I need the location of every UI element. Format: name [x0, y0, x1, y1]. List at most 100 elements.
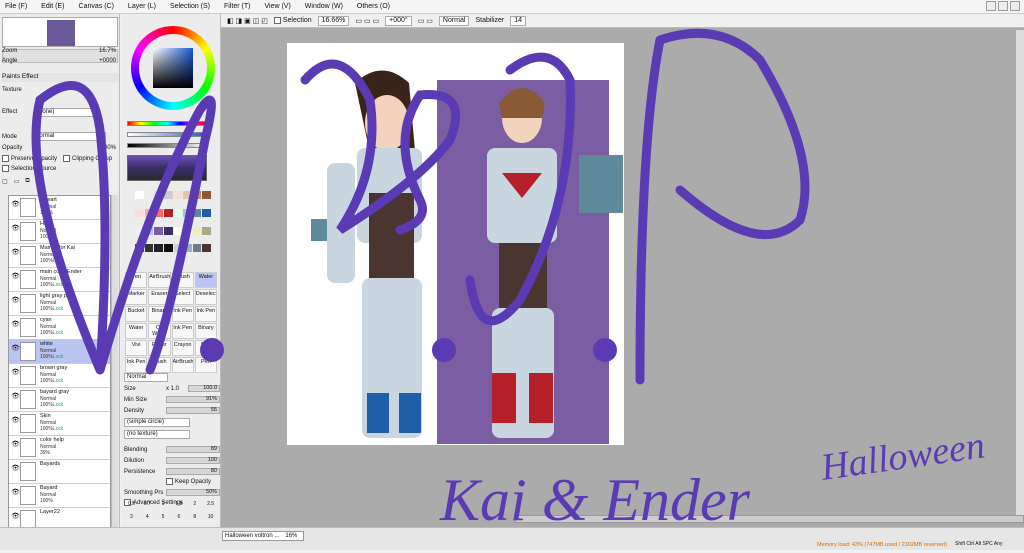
selection-source-checkbox[interactable]	[2, 165, 9, 172]
eye-icon[interactable]: 👁	[11, 248, 20, 256]
brush-size-option[interactable]: 0.5	[124, 502, 139, 514]
color-swatch[interactable]	[173, 191, 183, 199]
tool-button[interactable]: Ink Pen	[171, 306, 194, 322]
menu-filter[interactable]: Filter (T)	[217, 3, 257, 10]
color-swatch[interactable]	[183, 244, 192, 253]
color-swatch[interactable]	[183, 191, 192, 199]
brush-size-option[interactable]: 0.7	[140, 502, 155, 514]
menu-others[interactable]: Others (O)	[350, 3, 397, 10]
tool-button[interactable]: Pen	[194, 357, 217, 373]
menu-selection[interactable]: Selection (S)	[163, 3, 217, 10]
menu-view[interactable]: View (V)	[257, 3, 297, 10]
angle-box[interactable]: +000°	[385, 15, 412, 26]
tool-button[interactable]: Brush	[148, 357, 171, 373]
navigator-preview[interactable]	[2, 17, 118, 47]
color-swatch[interactable]	[173, 208, 183, 217]
eye-icon[interactable]: 👁	[11, 344, 20, 352]
brush-size-option[interactable]: 1	[156, 502, 171, 514]
tool-button[interactable]: Brush	[171, 272, 194, 288]
document-canvas[interactable]	[287, 43, 624, 445]
color-mixer[interactable]	[127, 155, 207, 181]
tool-button[interactable]: Deselect	[194, 289, 217, 305]
color-swatch[interactable]	[135, 191, 144, 199]
eye-icon[interactable]: 👁	[11, 272, 20, 280]
hue-slider[interactable]	[127, 121, 207, 126]
tool-button[interactable]: Marker	[125, 289, 148, 305]
tool-button[interactable]: Ink Pen	[194, 306, 217, 322]
color-swatches[interactable]	[135, 191, 211, 261]
document-tab[interactable]: Halloween voltron ... 16%	[222, 531, 304, 541]
blending-row[interactable]: Blending 89	[124, 445, 220, 454]
eye-icon[interactable]: 👁	[11, 440, 20, 448]
layer-row[interactable]: 👁 light gray pack Normal 100% Lock	[9, 292, 110, 316]
brush-texture-dropdown[interactable]: (no texture)	[124, 430, 190, 439]
min-size-row[interactable]: Min Size 91%	[124, 395, 220, 404]
value-slider[interactable]	[127, 143, 207, 148]
color-swatch[interactable]	[173, 226, 183, 235]
layer-row[interactable]: 👁 white Normal 100% Lock	[9, 340, 110, 364]
persistence-row[interactable]: Persistence 80	[124, 467, 220, 476]
color-swatch[interactable]	[202, 208, 211, 217]
layer-scrollbar[interactable]	[111, 195, 118, 535]
brush-size-option[interactable]: 8	[187, 515, 202, 527]
color-swatch[interactable]	[144, 208, 154, 217]
color-swatch[interactable]	[135, 244, 144, 253]
layer-row[interactable]: 👁 Skin Normal 100% Lock	[9, 412, 110, 436]
eye-icon[interactable]: 👁	[11, 392, 20, 400]
delete-layer-icon[interactable]: 🗑	[36, 178, 44, 185]
color-swatch[interactable]	[135, 208, 144, 217]
color-swatch[interactable]	[192, 208, 202, 217]
color-swatch[interactable]	[163, 226, 173, 235]
eye-icon[interactable]: 👁	[11, 296, 20, 304]
color-swatch[interactable]	[192, 191, 202, 199]
eye-icon[interactable]: 👁	[11, 488, 20, 496]
layer-row[interactable]: 👁 Bayard Normal 100%	[9, 484, 110, 508]
tool-button[interactable]: Eraser	[148, 289, 171, 305]
color-swatch[interactable]	[202, 226, 211, 235]
blend-mode-box[interactable]: Normal	[438, 15, 470, 26]
color-swatch[interactable]	[154, 208, 163, 217]
tool-button[interactable]: Pen	[125, 272, 148, 288]
effect-dropdown[interactable]: (none)	[34, 108, 94, 117]
smoothing-row[interactable]: Smoothing Prs 50%	[124, 488, 220, 497]
tool-button[interactable]: Ink Pen	[171, 323, 194, 339]
menu-layer[interactable]: Layer (L)	[121, 3, 163, 10]
eye-icon[interactable]: 👁	[11, 416, 20, 424]
color-swatch[interactable]	[154, 244, 163, 253]
tool-button[interactable]: AirBrush	[148, 272, 171, 288]
color-swatch[interactable]	[154, 226, 163, 235]
eye-icon[interactable]: 👁	[11, 200, 20, 208]
texture-row[interactable]: Texture	[2, 85, 118, 94]
color-swatch[interactable]	[135, 226, 144, 235]
brush-mode-dropdown[interactable]: Normal	[124, 373, 168, 382]
eye-icon[interactable]: 👁	[11, 368, 20, 376]
clipping-group-checkbox[interactable]	[63, 155, 71, 162]
tool-button[interactable]: Binary	[194, 323, 217, 339]
horizontal-scrollbar[interactable]	[515, 515, 1024, 523]
brush-size-option[interactable]: 10	[203, 515, 218, 527]
layer-row[interactable]: 👁 Bayards	[9, 460, 110, 484]
dilution-row[interactable]: Dilution 100	[124, 456, 220, 465]
tool-button[interactable]: Water	[194, 272, 217, 288]
rotate-buttons[interactable]: ▭ ▭	[418, 17, 433, 25]
tool-button[interactable]: Vivi	[125, 340, 148, 356]
layer-row[interactable]: 👁 cyan Normal 100% Lock	[9, 316, 110, 340]
color-swatch[interactable]	[192, 226, 202, 235]
tool-button[interactable]: Oil Water	[148, 323, 171, 339]
maximize-icon[interactable]	[998, 1, 1008, 11]
saturation-slider[interactable]	[127, 132, 207, 137]
layer-row[interactable]: 👁 Hair Normal 100%	[9, 220, 110, 244]
layer-row[interactable]: 👁 main color Ender Normal 100% Lock	[9, 268, 110, 292]
menu-window[interactable]: Window (W)	[298, 3, 350, 10]
zoom-buttons[interactable]: ▭ ▭ ▭	[355, 17, 379, 25]
selection-checkbox[interactable]	[273, 17, 281, 24]
eye-icon[interactable]: 👁	[11, 464, 20, 472]
tool-button[interactable]: Paper	[148, 340, 171, 356]
menu-edit[interactable]: Edit (E)	[34, 3, 71, 10]
copy-layer-icon[interactable]: ⧉	[25, 178, 29, 185]
opacity-row[interactable]: Opacity 100%	[2, 143, 118, 152]
eye-icon[interactable]: 👁	[11, 224, 20, 232]
new-layer-icon[interactable]: ▢	[2, 178, 8, 185]
color-swatch[interactable]	[144, 191, 154, 199]
color-swatch[interactable]	[183, 226, 192, 235]
